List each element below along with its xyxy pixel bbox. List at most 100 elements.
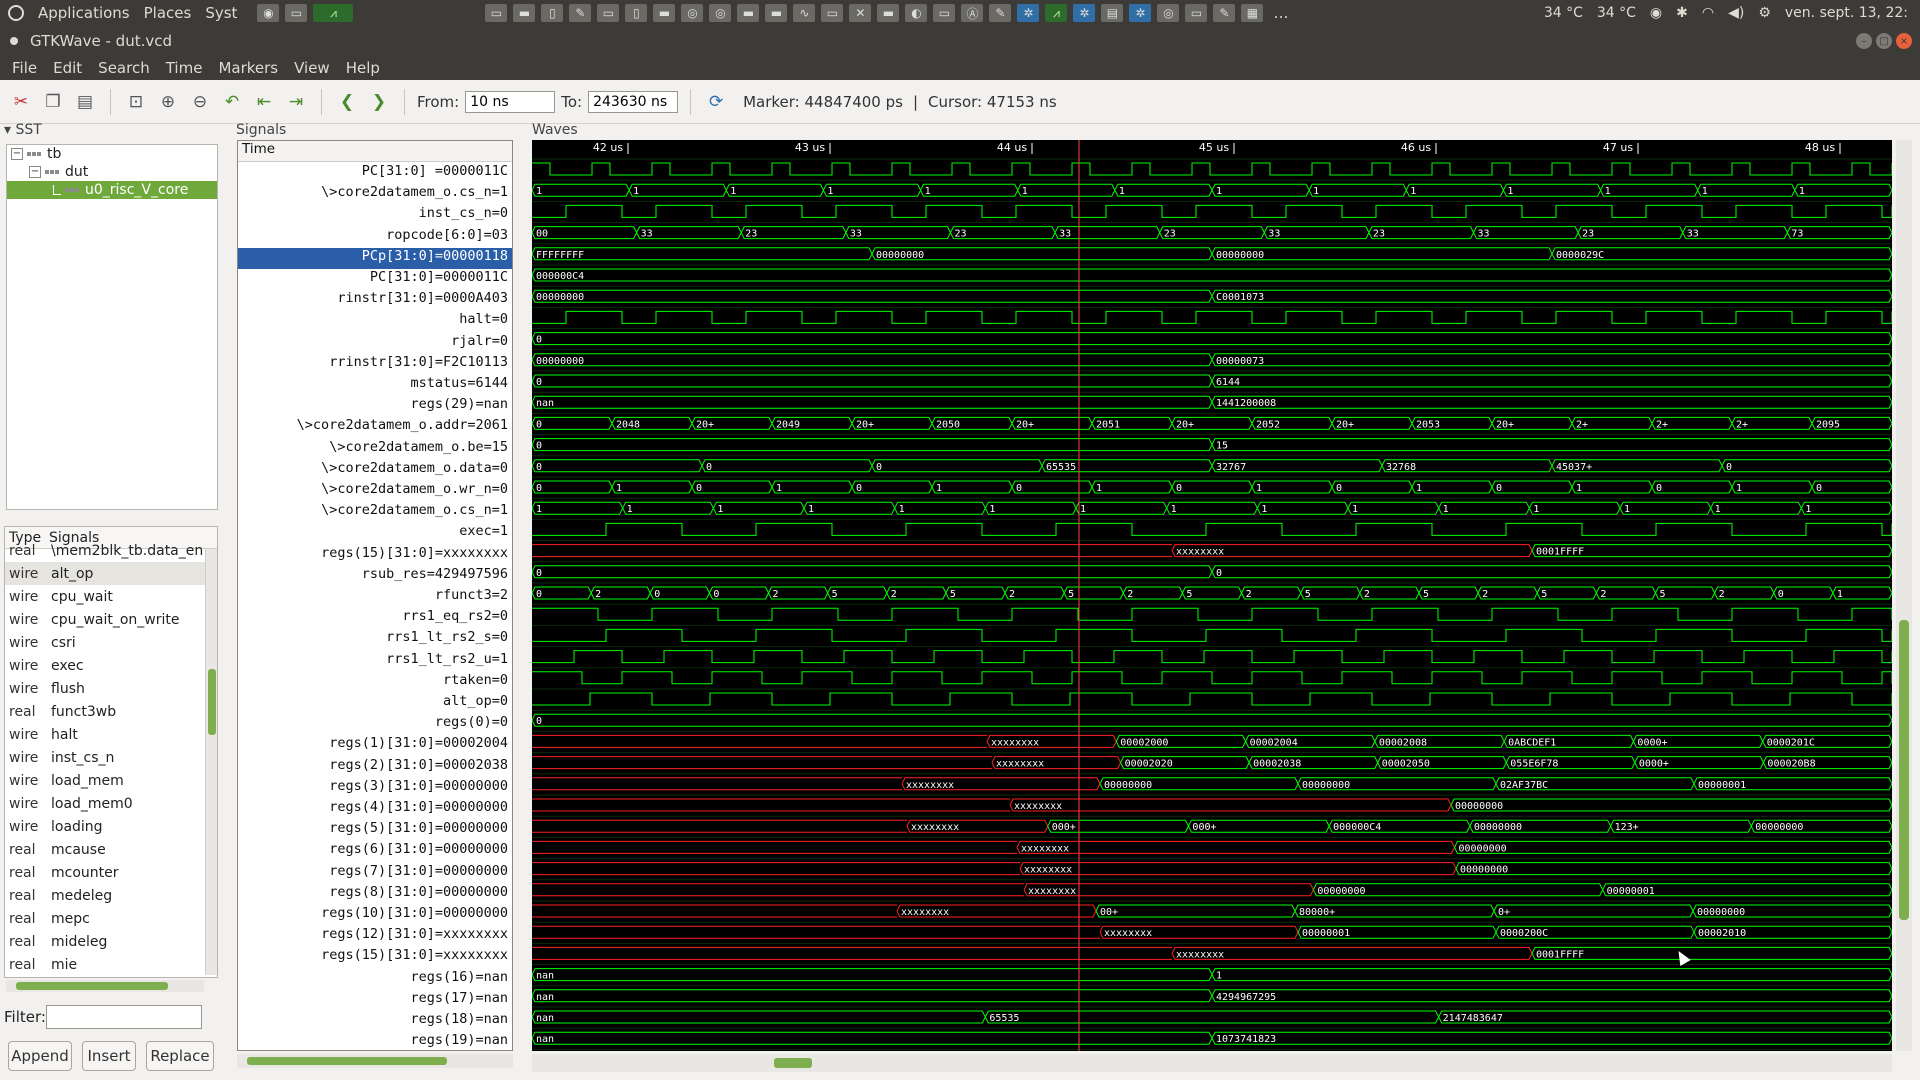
signal-list-scrollbar[interactable] xyxy=(205,549,217,975)
scrollbar-thumb[interactable] xyxy=(208,669,216,735)
more-icon[interactable]: … xyxy=(1269,4,1292,22)
signal-row[interactable]: regs(8)[31:0]=00000000 xyxy=(238,884,512,905)
zoom-in-icon[interactable]: ⊕ xyxy=(155,89,181,115)
maximize-icon[interactable]: □ xyxy=(1876,33,1892,49)
menu-markers[interactable]: Markers xyxy=(210,59,286,77)
menu-edit[interactable]: Edit xyxy=(45,59,90,77)
signal-list-item[interactable]: real medeleg xyxy=(5,884,217,907)
signal-list-item[interactable]: real mideleg xyxy=(5,930,217,953)
signal-list-item[interactable]: wire load_mem xyxy=(5,769,217,792)
from-time-input[interactable] xyxy=(465,90,556,113)
paste-icon[interactable]: ▤ xyxy=(72,89,98,115)
signal-list-item[interactable]: wire flush xyxy=(5,677,217,700)
zoom-to-end-icon[interactable]: ⇥ xyxy=(283,89,309,115)
signal-list-item[interactable]: real mcause xyxy=(5,838,217,861)
menu-help[interactable]: Help xyxy=(338,59,388,77)
menu-file[interactable]: File xyxy=(4,59,45,77)
signal-row[interactable]: regs(15)[31:0]=xxxxxxxx xyxy=(238,545,512,566)
tree-node-core[interactable]: u0_risc_V_core xyxy=(7,181,217,199)
signal-row[interactable]: \>core2datamem_o.wr_n=0 xyxy=(238,481,512,502)
minimize-icon[interactable]: – xyxy=(1856,33,1872,49)
cut-icon[interactable]: ✂ xyxy=(8,89,34,115)
editor-icon[interactable]: ✎ xyxy=(989,4,1012,22)
find-next-edge-icon[interactable]: ❯ xyxy=(366,89,392,115)
signal-list-item[interactable]: real \mem2blk_tb.data_en xyxy=(5,539,217,562)
signal-row[interactable]: halt=0 xyxy=(238,311,512,332)
signal-row[interactable]: regs(10)[31:0]=00000000 xyxy=(238,905,512,926)
spark-icon[interactable]: ✲ xyxy=(1073,4,1096,22)
signal-list-item[interactable]: real mepc xyxy=(5,907,217,930)
document-icon[interactable]: ▯ xyxy=(541,4,564,22)
signal-row[interactable]: rtaken=0 xyxy=(238,672,512,693)
waves-canvas[interactable]: 42 us 43 us 44 us 45 us 46 us 47 us 48 us 1 1 1 1 1… xyxy=(532,140,1892,1051)
disc-icon[interactable]: ◎ xyxy=(709,4,732,22)
clock[interactable]: ven. sept. 13, 22: xyxy=(1785,5,1908,21)
chrome-icon[interactable]: ◉ xyxy=(1650,5,1662,21)
calculator-icon[interactable]: ▦ xyxy=(1241,4,1264,22)
scrollbar-thumb[interactable] xyxy=(16,982,168,990)
to-time-input[interactable] xyxy=(588,90,679,113)
signal-row[interactable]: regs(1)[31:0]=00002004 xyxy=(238,735,512,756)
waves-vscrollbar[interactable] xyxy=(1896,140,1912,1051)
signal-row[interactable]: \>core2datamem_o.be=15 xyxy=(238,439,512,460)
folder-icon[interactable]: ▬ xyxy=(513,4,536,22)
signal-list-item[interactable]: wire halt xyxy=(5,723,217,746)
signal-row[interactable]: PCp[31:0]=00000118 xyxy=(238,247,512,269)
signal-list-item[interactable]: wire exec xyxy=(5,654,217,677)
app-icon[interactable]: Ⓐ xyxy=(961,4,984,22)
signal-list-item[interactable]: real funct3wb xyxy=(5,700,217,723)
append-button[interactable]: Append xyxy=(8,1041,72,1071)
find-previous-edge-icon[interactable]: ❮ xyxy=(334,89,360,115)
window-menu-icon[interactable] xyxy=(10,37,18,45)
zoom-out-icon[interactable]: ⊖ xyxy=(187,89,213,115)
editor-icon[interactable]: ✎ xyxy=(569,4,592,22)
gtkwave-icon[interactable]: ⩘ xyxy=(313,4,354,22)
waveform-icon[interactable]: ∿ xyxy=(793,4,816,22)
spark-icon[interactable]: ✲ xyxy=(1129,4,1152,22)
signal-row[interactable]: rrs1_lt_rs2_u=1 xyxy=(238,651,512,672)
disc-icon[interactable]: ◎ xyxy=(681,4,704,22)
signal-row[interactable]: regs(12)[31:0]=xxxxxxxx xyxy=(238,926,512,947)
signal-row[interactable]: ropcode[6:0]=03 xyxy=(238,227,512,248)
places-menu[interactable]: Places xyxy=(144,4,192,22)
menu-view[interactable]: View xyxy=(286,59,338,77)
signal-row[interactable]: regs(4)[31:0]=00000000 xyxy=(238,799,512,820)
signal-row[interactable]: \>core2datamem_o.addr=2061 xyxy=(238,417,512,438)
signal-list-item[interactable]: real mcounter xyxy=(5,861,217,884)
zoom-fit-icon[interactable]: ⊡ xyxy=(123,89,149,115)
signal-row[interactable]: regs(6)[31:0]=00000000 xyxy=(238,841,512,862)
menu-time[interactable]: Time xyxy=(158,59,211,77)
network-icon[interactable]: ◐ xyxy=(905,4,928,22)
tree-node-tb[interactable]: − tb xyxy=(7,145,217,163)
signal-list-item[interactable]: wire cpu_wait xyxy=(5,585,217,608)
spark-icon[interactable]: ✲ xyxy=(1017,4,1040,22)
signal-list-hscrollbar[interactable] xyxy=(6,980,204,992)
signal-row[interactable]: regs(16)=nan xyxy=(238,969,512,990)
waveform-display[interactable]: 42 us 43 us 44 us 45 us 46 us 47 us 48 us 1 1 1 1 1… xyxy=(532,140,1892,1051)
tools-icon[interactable]: ✕ xyxy=(849,4,872,22)
terminal-icon[interactable]: ▭ xyxy=(821,4,844,22)
terminal-icon[interactable]: ▭ xyxy=(933,4,956,22)
gtkwave-icon[interactable]: ⩘ xyxy=(1045,4,1068,22)
signal-list-item[interactable]: wire alt_op xyxy=(5,562,217,585)
scrollbar-thumb[interactable] xyxy=(774,1058,812,1068)
signal-row[interactable]: rrinstr[31:0]=F2C10113 xyxy=(238,354,512,375)
signal-row[interactable]: \>core2datamem_o.cs_n=1 xyxy=(238,502,512,523)
signal-row[interactable]: regs(3)[31:0]=00000000 xyxy=(238,778,512,799)
signal-row[interactable]: regs(29)=nan xyxy=(238,396,512,417)
folder-icon[interactable]: ▬ xyxy=(877,4,900,22)
applications-menu[interactable]: Applications xyxy=(38,4,130,22)
filter-input[interactable] xyxy=(46,1005,202,1029)
signal-row[interactable]: inst_cs_n=0 xyxy=(238,205,512,226)
signal-row[interactable]: regs(2)[31:0]=00002038 xyxy=(238,757,512,778)
reload-icon[interactable]: ⟳ xyxy=(703,89,729,115)
document-icon[interactable]: ▯ xyxy=(625,4,648,22)
disc-icon[interactable]: ◎ xyxy=(1157,4,1180,22)
signal-row[interactable]: exec=1 xyxy=(238,523,512,544)
folder-icon[interactable]: ▬ xyxy=(765,4,788,22)
replace-button[interactable]: Replace xyxy=(146,1041,214,1071)
signal-row[interactable]: regs(17)=nan xyxy=(238,990,512,1011)
scrollbar-thumb[interactable] xyxy=(1899,620,1909,920)
signal-row[interactable]: rinstr[31:0]=0000A403 xyxy=(238,290,512,311)
signal-row[interactable]: rsub_res=429497596 xyxy=(238,566,512,587)
